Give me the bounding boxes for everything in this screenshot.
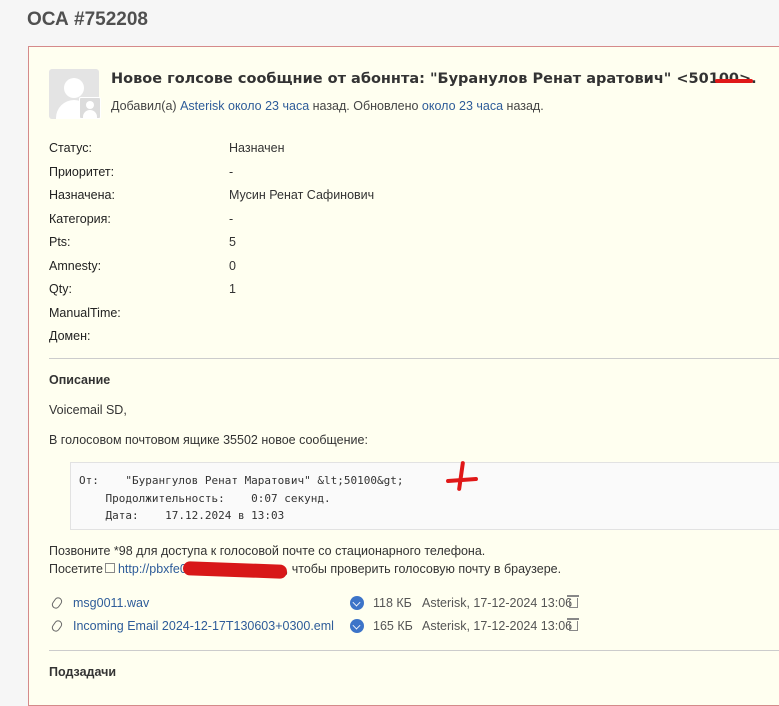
attr-label: Категория:	[49, 211, 111, 226]
added-time-link[interactable]: около 23 часа	[228, 99, 309, 113]
attr-amnesty: Amnesty: 0	[49, 259, 749, 283]
attr-label: Qty:	[49, 282, 72, 296]
attachment-meta: Asterisk, 17-12-2024 13:06	[422, 596, 573, 610]
attr-category: Категория: -	[49, 212, 749, 236]
attr-label: Приоритет:	[49, 164, 115, 179]
divider	[49, 358, 779, 359]
attr-status: Статус: Назначен	[49, 141, 749, 165]
ago-label: назад.	[503, 99, 544, 113]
subtasks-title: Подзадачи	[49, 665, 117, 679]
attachment-meta: Asterisk, 17-12-2024 13:06	[422, 619, 573, 633]
attachment-row: msg0011.wav 118 КБ Asterisk, 17-12-2024 …	[50, 595, 779, 614]
attr-pts: Pts: 5	[49, 235, 749, 259]
attr-label: Домен:	[49, 329, 91, 343]
attr-manualtime: ManualTime:	[49, 306, 749, 330]
visit-prefix: Посетите	[49, 562, 103, 576]
redacted-scribble	[182, 560, 287, 579]
attr-qty: Qty: 1	[49, 282, 749, 306]
call-instructions: Позвоните *98 для доступа к голосовой по…	[49, 544, 486, 558]
attachment-link[interactable]: Incoming Email 2024-12-17T130603+0300.em…	[73, 619, 334, 633]
attr-priority: Приоритет: -	[49, 165, 749, 189]
issue-subject: Новое голсове сообщние от абоннта: "Бура…	[111, 71, 757, 87]
author-line: Добавил(а) Asterisk около 23 часа назад.…	[111, 99, 544, 113]
attr-domain: Домен:	[49, 329, 749, 353]
attr-assignee: Назначена: Мусин Ренат Сафинович	[49, 188, 749, 212]
added-by-label: Добавил(а)	[111, 99, 181, 113]
attr-value: -	[229, 164, 234, 179]
download-icon[interactable]	[350, 619, 364, 633]
attr-value: -	[229, 211, 234, 226]
attr-value: 1	[229, 282, 236, 296]
assignee-avatar[interactable]	[79, 97, 101, 119]
attachment-row: Incoming Email 2024-12-17T130603+0300.em…	[50, 618, 779, 637]
paperclip-icon	[50, 595, 64, 611]
description-title: Описание	[49, 373, 111, 387]
attr-value: Назначен	[229, 141, 285, 155]
description-intro: В голосовом почтовом ящике 35502 новое с…	[49, 433, 368, 447]
attr-label: Назначена:	[49, 188, 115, 202]
pre-from-line: От: "Бурангулов Ренат Маратович" &lt;501…	[79, 474, 404, 487]
pre-duration-line: Продолжительность: 0:07 секунд.	[79, 491, 331, 505]
attachment-link[interactable]: msg0011.wav	[73, 596, 149, 610]
visit-suffix: , чтобы проверить голосовую почту в брау…	[284, 562, 562, 576]
voicemail-details-block: От: "Бурангулов Ренат Маратович" &lt;501…	[70, 462, 779, 530]
description-greeting: Voicemail SD,	[49, 403, 127, 417]
page-title: ОСА #752208	[27, 9, 148, 30]
red-underline-annotation	[715, 79, 753, 83]
external-link-icon	[104, 563, 115, 573]
author-link[interactable]: Asterisk	[180, 99, 224, 113]
paperclip-icon	[50, 618, 64, 634]
updated-time-link[interactable]: около 23 часа	[422, 99, 503, 113]
delete-icon[interactable]	[567, 595, 579, 608]
updated-label: назад. Обновлено	[309, 99, 422, 113]
delete-icon[interactable]	[567, 618, 579, 631]
attr-value: 0	[229, 258, 236, 273]
visit-line: Посетите http://pbxfe0 , чтобы проверить г…	[49, 560, 562, 579]
pre-date-line: Дата: 17.12.2024 в 13:03	[79, 509, 285, 522]
attachment-size: 165 КБ	[373, 619, 413, 633]
assignee-link[interactable]: Мусин Ренат Сафинович	[229, 188, 374, 202]
attr-label: Статус:	[49, 141, 92, 155]
download-icon[interactable]	[350, 596, 364, 610]
attr-value: 5	[229, 235, 236, 249]
attr-label: Pts:	[49, 235, 71, 249]
voicemail-web-link[interactable]: http://pbxfe0	[118, 562, 187, 576]
attr-label: Amnesty:	[49, 258, 102, 273]
issue-attributes: Статус: Назначен Приоритет: - Назначена: Му…	[49, 141, 749, 353]
attr-label: ManualTime:	[49, 305, 121, 320]
divider	[49, 650, 779, 651]
attachment-size: 118 КБ	[373, 596, 412, 610]
issue-details: Новое голсове сообщние от абоннта: "Бура…	[28, 46, 779, 706]
